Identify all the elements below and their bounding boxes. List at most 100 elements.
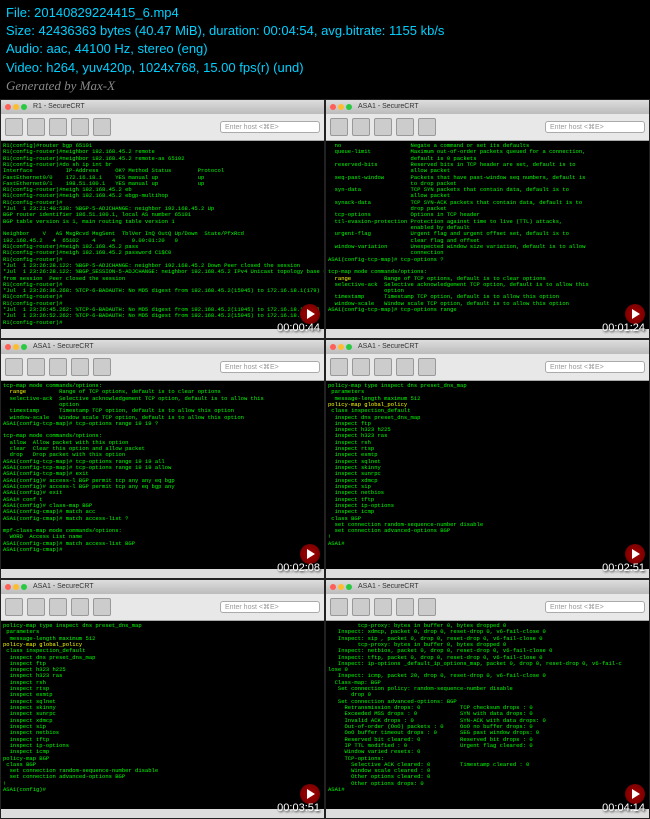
host-search-input[interactable]: Enter host <⌘E> [220, 361, 320, 373]
size-info: Size: 42436363 bytes (40.47 MiB), durati… [6, 22, 644, 40]
tools-button[interactable] [93, 118, 111, 136]
terminal-output[interactable]: policy-map type inspect dns preset_dns_m… [1, 621, 324, 809]
terminal-pane-1: ASA1 - SecureCRT Enter host <⌘E> no Nega… [325, 99, 650, 339]
print-button[interactable] [49, 118, 67, 136]
timestamp: 00:04:14 [602, 802, 645, 814]
close-icon[interactable] [330, 584, 336, 590]
status-bar [326, 569, 649, 579]
print-button[interactable] [49, 598, 67, 616]
minimize-icon[interactable] [338, 104, 344, 110]
tools-button[interactable] [418, 358, 436, 376]
play-icon[interactable] [625, 544, 645, 564]
print-button[interactable] [374, 118, 392, 136]
status-bar [326, 329, 649, 339]
connect-button[interactable] [5, 358, 23, 376]
timestamp: 00:02:08 [277, 562, 320, 574]
terminal-pane-4: ASA1 - SecureCRT Enter host <⌘E> policy-… [0, 579, 325, 819]
options-button[interactable] [71, 358, 89, 376]
minimize-icon[interactable] [338, 344, 344, 350]
status-bar [1, 809, 324, 819]
host-search-input[interactable]: Enter host <⌘E> [220, 121, 320, 133]
maximize-icon[interactable] [21, 344, 27, 350]
window-title: ASA1 - SecureCRT [33, 583, 94, 590]
timestamp: 00:03:51 [277, 802, 320, 814]
terminal-output[interactable]: tcp-map mode commands/options: range Ran… [1, 381, 324, 569]
window-titlebar: R1 - SecureCRT [1, 100, 324, 114]
close-icon[interactable] [5, 104, 11, 110]
close-icon[interactable] [330, 104, 336, 110]
disconnect-button[interactable] [27, 598, 45, 616]
maximize-icon[interactable] [21, 584, 27, 590]
host-search-input[interactable]: Enter host <⌘E> [545, 361, 645, 373]
terminal-pane-3: ASA1 - SecureCRT Enter host <⌘E> policy-… [325, 339, 650, 579]
toolbar: Enter host <⌘E> [326, 114, 649, 141]
toolbar: Enter host <⌘E> [326, 594, 649, 621]
disconnect-button[interactable] [27, 358, 45, 376]
timestamp: 00:02:51 [602, 562, 645, 574]
play-icon[interactable] [300, 544, 320, 564]
window-title: ASA1 - SecureCRT [358, 583, 419, 590]
options-button[interactable] [71, 598, 89, 616]
maximize-icon[interactable] [346, 104, 352, 110]
terminal-pane-5: ASA1 - SecureCRT Enter host <⌘E> tcp-pro… [325, 579, 650, 819]
tools-button[interactable] [93, 358, 111, 376]
print-button[interactable] [49, 358, 67, 376]
options-button[interactable] [396, 118, 414, 136]
window-titlebar: ASA1 - SecureCRT [326, 580, 649, 594]
options-button[interactable] [71, 118, 89, 136]
minimize-icon[interactable] [13, 104, 19, 110]
close-icon[interactable] [5, 584, 11, 590]
minimize-icon[interactable] [13, 344, 19, 350]
terminal-output[interactable]: tcp-proxy: bytes in buffer 0, bytes drop… [326, 621, 649, 809]
play-icon[interactable] [625, 784, 645, 804]
play-icon[interactable] [300, 784, 320, 804]
tools-button[interactable] [418, 598, 436, 616]
audio-info: Audio: aac, 44100 Hz, stereo (eng) [6, 40, 644, 58]
print-button[interactable] [374, 358, 392, 376]
window-title: ASA1 - SecureCRT [33, 343, 94, 350]
connect-button[interactable] [330, 118, 348, 136]
status-bar [326, 809, 649, 819]
disconnect-button[interactable] [352, 598, 370, 616]
terminal-output[interactable]: policy-map type inspect dns preset_dns_m… [326, 381, 649, 569]
generated-by: Generated by Max-X [6, 77, 644, 95]
close-icon[interactable] [5, 344, 11, 350]
status-bar [1, 569, 324, 579]
connect-button[interactable] [330, 598, 348, 616]
play-icon[interactable] [300, 304, 320, 324]
host-search-input[interactable]: Enter host <⌘E> [545, 601, 645, 613]
disconnect-button[interactable] [352, 358, 370, 376]
options-button[interactable] [396, 358, 414, 376]
toolbar: Enter host <⌘E> [1, 354, 324, 381]
status-bar [1, 329, 324, 339]
host-search-input[interactable]: Enter host <⌘E> [545, 121, 645, 133]
tools-button[interactable] [418, 118, 436, 136]
disconnect-button[interactable] [352, 118, 370, 136]
options-button[interactable] [396, 598, 414, 616]
terminal-output[interactable]: R1(config)#router bgp 65101 R1(config-ro… [1, 141, 324, 329]
play-icon[interactable] [625, 304, 645, 324]
window-titlebar: ASA1 - SecureCRT [326, 340, 649, 354]
minimize-icon[interactable] [338, 584, 344, 590]
tools-button[interactable] [93, 598, 111, 616]
terminal-output[interactable]: no Negate a command or set its defaults … [326, 141, 649, 329]
timestamp: 00:01:24 [602, 322, 645, 334]
minimize-icon[interactable] [13, 584, 19, 590]
connect-button[interactable] [330, 358, 348, 376]
window-titlebar: ASA1 - SecureCRT [1, 340, 324, 354]
print-button[interactable] [374, 598, 392, 616]
maximize-icon[interactable] [346, 344, 352, 350]
connect-button[interactable] [5, 598, 23, 616]
maximize-icon[interactable] [21, 104, 27, 110]
connect-button[interactable] [5, 118, 23, 136]
window-title: ASA1 - SecureCRT [358, 343, 419, 350]
toolbar: Enter host <⌘E> [1, 594, 324, 621]
disconnect-button[interactable] [27, 118, 45, 136]
video-info: Video: h264, yuv420p, 1024x768, 15.00 fp… [6, 59, 644, 77]
host-search-input[interactable]: Enter host <⌘E> [220, 601, 320, 613]
toolbar: Enter host <⌘E> [326, 354, 649, 381]
terminal-pane-2: ASA1 - SecureCRT Enter host <⌘E> tcp-map… [0, 339, 325, 579]
close-icon[interactable] [330, 344, 336, 350]
maximize-icon[interactable] [346, 584, 352, 590]
toolbar: Enter host <⌘E> [1, 114, 324, 141]
